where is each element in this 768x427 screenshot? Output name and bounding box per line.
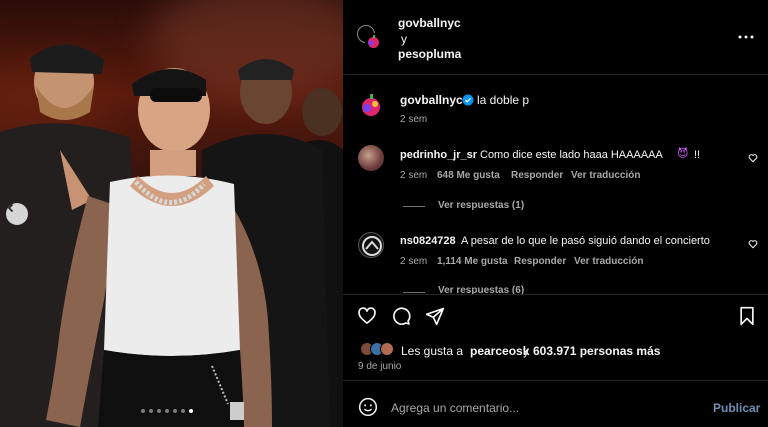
header-divider bbox=[343, 74, 768, 75]
apple-logo-icon bbox=[362, 94, 380, 116]
comment-translate-button[interactable]: Ver traducción bbox=[574, 256, 643, 267]
liker-avatar bbox=[380, 342, 394, 356]
comment-time: 2 sem bbox=[400, 170, 428, 181]
carousel-dot bbox=[181, 409, 185, 413]
post-date: 9 de junio bbox=[358, 361, 402, 372]
comment-emoji: 😈 bbox=[677, 148, 689, 160]
replies-line bbox=[403, 206, 425, 207]
header-account[interactable]: govballnyc bbox=[398, 16, 461, 30]
like-button[interactable] bbox=[356, 305, 378, 327]
comments-divider bbox=[343, 294, 768, 295]
view-replies-button[interactable]: Ver respuestas (6) bbox=[438, 285, 524, 294]
chevron-left-icon bbox=[7, 203, 14, 213]
bookmark-icon bbox=[740, 306, 754, 326]
comment-translate-button[interactable]: Ver traducción bbox=[571, 170, 640, 181]
likes-user[interactable]: pearceosk bbox=[470, 344, 529, 358]
post-panel: govballnyc y pesopluma govballnyc la dob… bbox=[343, 0, 768, 427]
comment-reply-button[interactable]: Responder bbox=[514, 256, 566, 267]
carousel-prev-button[interactable] bbox=[6, 203, 28, 225]
more-horizontal-icon bbox=[738, 35, 754, 39]
collab-avatar-front[interactable] bbox=[365, 33, 383, 51]
carousel-indicator bbox=[141, 409, 193, 413]
comment-likes[interactable]: 648 Me gusta bbox=[437, 170, 500, 181]
comment-username[interactable]: ns0824728 bbox=[400, 235, 456, 247]
apple-logo-icon bbox=[368, 35, 379, 48]
caption-avatar[interactable] bbox=[358, 92, 384, 118]
comment-icon bbox=[393, 307, 411, 325]
verified-badge-icon bbox=[462, 94, 474, 106]
profile-picture bbox=[362, 236, 382, 256]
heart-icon bbox=[748, 154, 758, 163]
carousel-dot bbox=[141, 409, 145, 413]
emoji-button[interactable] bbox=[357, 396, 379, 418]
comment-avatar[interactable] bbox=[358, 232, 384, 258]
carousel-dot bbox=[189, 409, 193, 413]
header-collaborator[interactable]: pesopluma bbox=[398, 47, 461, 61]
caption-time: 2 sem bbox=[400, 114, 428, 125]
caption-text: la doble p bbox=[477, 93, 530, 107]
comment-text: A pesar de lo que le pasó siguió dando e… bbox=[461, 235, 710, 247]
post-media[interactable] bbox=[0, 0, 343, 427]
heart-icon bbox=[358, 307, 376, 324]
smiley-icon bbox=[358, 397, 378, 417]
likes-count[interactable]: 603.971 personas más bbox=[533, 344, 660, 358]
comment-likes[interactable]: 1,114 Me gusta bbox=[437, 256, 508, 267]
comment-avatar[interactable] bbox=[358, 145, 384, 171]
comment-text: Como dice este lado haaa HAAAAAA bbox=[480, 149, 663, 161]
publish-button[interactable]: Publicar bbox=[713, 401, 760, 415]
comment-input[interactable]: Agrega un comentario... bbox=[391, 401, 519, 415]
comment-like-button[interactable] bbox=[747, 152, 759, 164]
carousel-dot bbox=[157, 409, 161, 413]
save-button[interactable] bbox=[736, 305, 758, 327]
carousel-dot bbox=[165, 409, 169, 413]
share-icon bbox=[425, 307, 445, 326]
comment-username[interactable]: pedrinho_jr_sr bbox=[400, 149, 477, 161]
composer-divider bbox=[343, 380, 768, 381]
caption-username[interactable]: govballnyc bbox=[400, 93, 463, 107]
more-options-button[interactable] bbox=[735, 30, 757, 44]
carousel-dot bbox=[173, 409, 177, 413]
concert-photo bbox=[0, 44, 343, 427]
view-replies-button[interactable]: Ver respuestas (1) bbox=[438, 200, 524, 211]
likes-prefix: Les gusta a bbox=[401, 344, 464, 358]
comment-button[interactable] bbox=[390, 305, 412, 327]
share-button[interactable] bbox=[424, 305, 446, 327]
likes-connector: y bbox=[523, 344, 529, 358]
comment-like-button[interactable] bbox=[747, 238, 759, 250]
carousel-dot bbox=[149, 409, 153, 413]
comment-suffix: !! bbox=[694, 149, 701, 161]
comment-time: 2 sem bbox=[400, 256, 428, 267]
comment-reply-button[interactable]: Responder bbox=[511, 170, 563, 181]
header-conjunction: y bbox=[401, 32, 407, 46]
heart-icon bbox=[748, 240, 758, 249]
